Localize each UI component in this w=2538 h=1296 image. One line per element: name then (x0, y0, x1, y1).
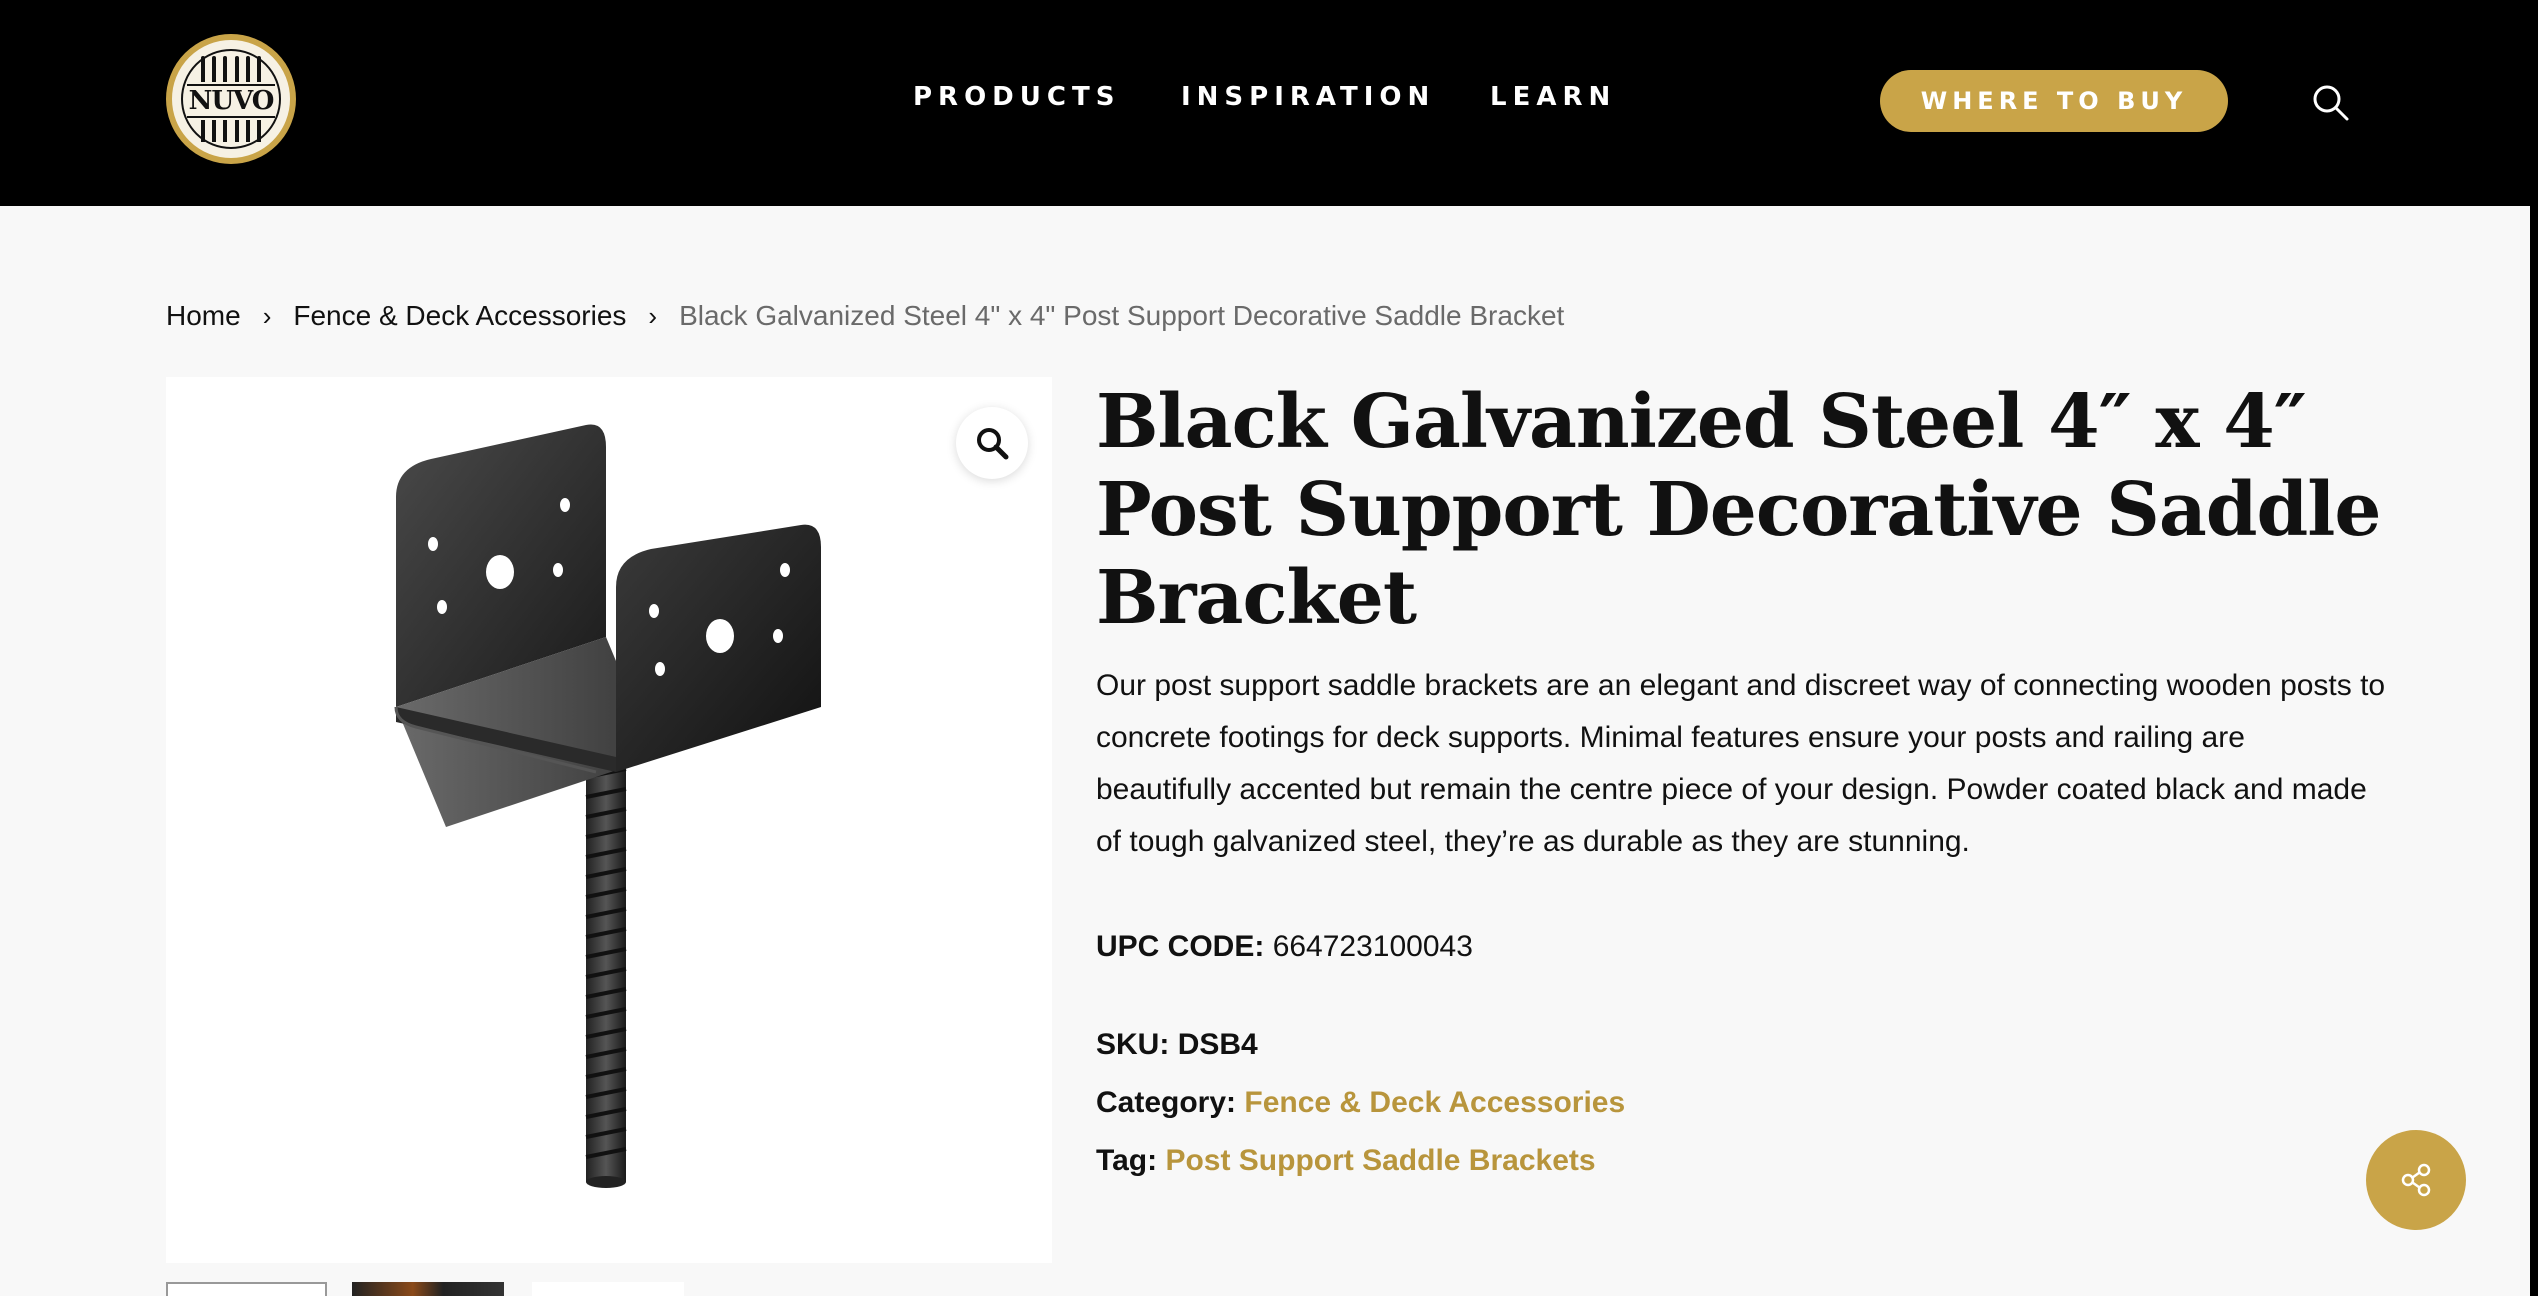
upc-label: UPC CODE: (1096, 930, 1265, 963)
category-link[interactable]: Fence & Deck Accessories (1244, 1086, 1625, 1119)
nav-products[interactable]: PRODUCTS (913, 82, 1120, 112)
product-image (394, 424, 821, 1188)
nav-learn[interactable]: LEARN (1490, 82, 1616, 112)
share-icon (2401, 1163, 2431, 1197)
search-icon[interactable] (2310, 82, 2350, 122)
nav-inspiration[interactable]: INSPIRATION (1181, 82, 1435, 112)
magnifier-icon (977, 428, 1009, 460)
tag-row: Tag: Post Support Saddle Brackets (1096, 1144, 1596, 1178)
share-button[interactable] (2366, 1130, 2466, 1230)
nuvo-logo[interactable]: NUVO (166, 34, 296, 164)
product-image-gallery[interactable] (166, 377, 1052, 1263)
upc-value: 664723100043 (1272, 930, 1473, 963)
sku-label: SKU: (1096, 1028, 1170, 1061)
logo-fence-top (201, 56, 261, 82)
window-edge (2530, 0, 2538, 1296)
logo-fence-bottom (201, 120, 261, 142)
sku-value: DSB4 (1177, 1028, 1258, 1061)
category-row: Category: Fence & Deck Accessories (1096, 1086, 1625, 1120)
category-label: Category: (1096, 1086, 1237, 1119)
chevron-right-icon: › (262, 300, 272, 331)
thumbnail-2[interactable] (352, 1282, 504, 1296)
product-description: Our post support saddle brackets are an … (1096, 669, 2386, 858)
tag-link[interactable]: Post Support Saddle Brackets (1165, 1144, 1595, 1177)
logo-emblem: NUVO (181, 49, 281, 149)
chevron-right-icon: › (648, 300, 658, 331)
sku-row: SKU: DSB4 (1096, 1028, 1258, 1062)
breadcrumb-category[interactable]: Fence & Deck Accessories (293, 300, 626, 332)
thumbnail-1[interactable] (166, 1282, 327, 1296)
logo-text: NUVO (186, 84, 276, 118)
upc-row: UPC CODE: 664723100043 (1096, 930, 1473, 964)
where-to-buy-button[interactable]: WHERE TO BUY (1880, 70, 2228, 132)
tag-label: Tag: (1096, 1144, 1158, 1177)
thumbnail-3[interactable] (532, 1282, 684, 1296)
breadcrumb: Home › Fence & Deck Accessories › Black … (166, 298, 1564, 334)
breadcrumb-home[interactable]: Home (166, 300, 241, 332)
site-header: NUVO PRODUCTS INSPIRATION LEARN WHERE TO… (0, 0, 2538, 206)
product-title: Black Galvanized Steel 4″ x 4″ Post Supp… (1096, 379, 2381, 641)
breadcrumb-current: Black Galvanized Steel 4" x 4" Post Supp… (679, 300, 1565, 331)
zoom-button[interactable] (956, 407, 1028, 479)
